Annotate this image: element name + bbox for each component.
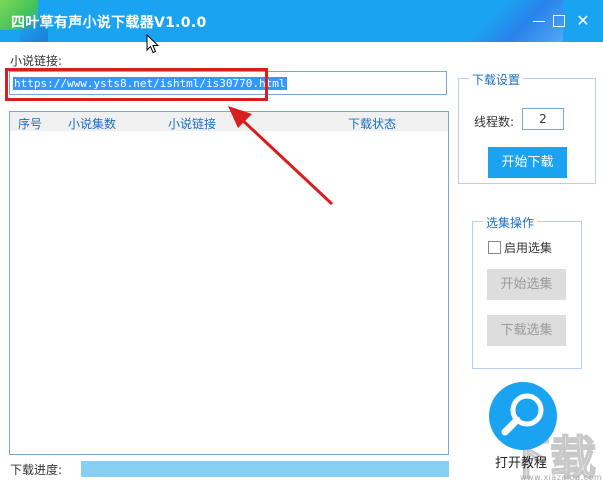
download-progress-bar [81, 461, 449, 477]
minimize-icon[interactable] [530, 12, 548, 30]
progress-fill [81, 461, 449, 477]
watermark-url: www.xiazaiba.com [520, 473, 603, 482]
column-header-episodes[interactable]: 小说集数 [68, 115, 116, 132]
mouse-cursor-icon [146, 34, 160, 54]
annotation-highlight-box [5, 68, 268, 101]
progress-label: 下载进度: [10, 463, 63, 477]
column-header-link[interactable]: 小说链接 [168, 115, 216, 132]
start-download-button[interactable]: 开始下载 [488, 147, 567, 178]
app-window: 四叶草有声小说下载器V1.0.0 ✕ 小说链接: https://www.yst… [0, 0, 603, 486]
start-selection-button[interactable]: 开始选集 [487, 269, 566, 300]
title-bar[interactable]: 四叶草有声小说下载器V1.0.0 ✕ [0, 0, 603, 42]
close-icon[interactable]: ✕ [574, 12, 592, 30]
url-label: 小说链接: [10, 54, 63, 68]
checkbox-icon[interactable] [488, 241, 501, 254]
annotation-arrow-icon [228, 106, 334, 206]
open-tutorial-label[interactable]: 打开教程 [495, 452, 547, 471]
threads-label: 线程数: [474, 115, 515, 129]
window-title: 四叶草有声小说下载器V1.0.0 [11, 15, 207, 31]
threads-input[interactable]: 2 [522, 108, 564, 130]
selection-group-title: 选集操作 [483, 214, 538, 231]
magnifier-icon[interactable] [488, 381, 558, 451]
column-header-status[interactable]: 下载状态 [348, 115, 396, 132]
column-header-index[interactable]: 序号 [18, 115, 42, 132]
enable-selection-checkbox[interactable]: 启用选集 [488, 239, 552, 256]
download-selection-button[interactable]: 下载选集 [487, 315, 566, 346]
maximize-icon[interactable] [550, 12, 568, 30]
enable-selection-label: 启用选集 [504, 241, 553, 255]
download-settings-title: 下载设置 [469, 71, 524, 88]
